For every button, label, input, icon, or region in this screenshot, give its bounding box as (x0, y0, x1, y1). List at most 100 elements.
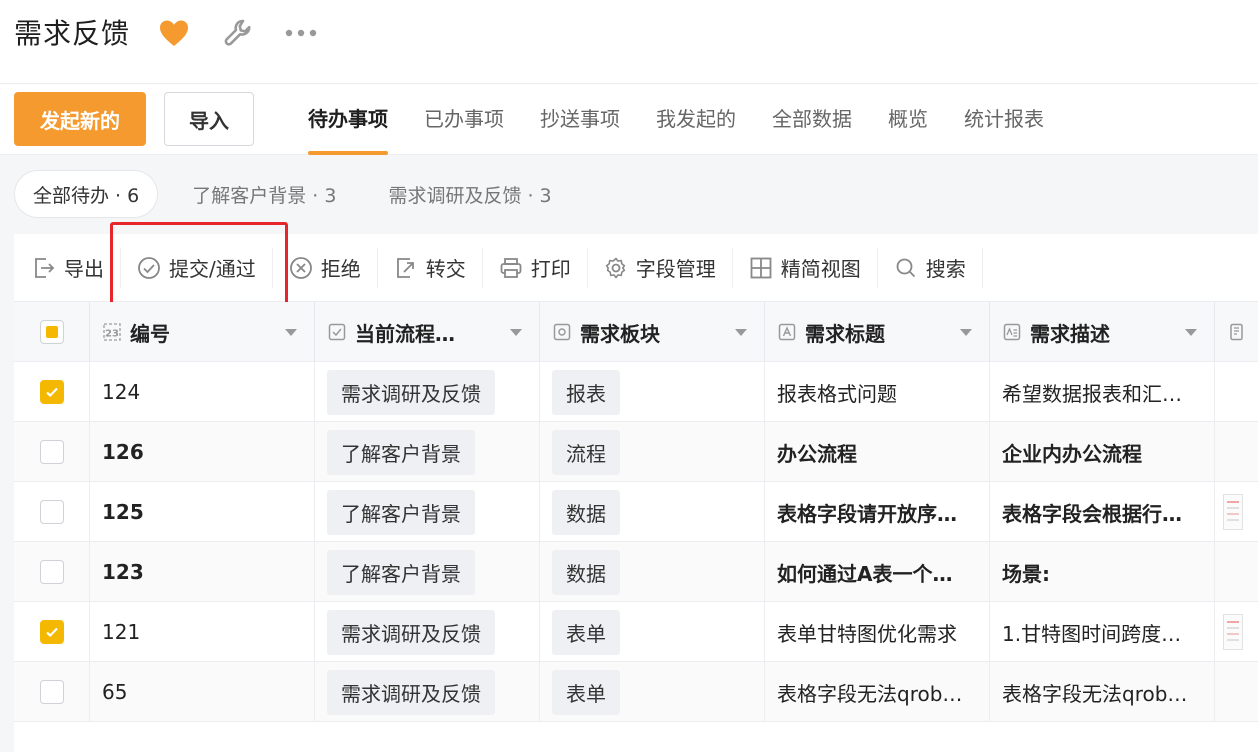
cell-stage[interactable]: 了解客户背景 (315, 482, 540, 542)
transfer-icon (396, 257, 414, 278)
cell-stage[interactable]: 需求调研及反馈 (315, 362, 540, 422)
stage-tag: 需求调研及反馈 (327, 669, 495, 715)
cell-title[interactable]: 表格字段无法qrob… (765, 662, 990, 722)
print-button[interactable]: 打印 (483, 247, 588, 288)
select-all-checkbox[interactable] (39, 320, 64, 344)
column-header-stage[interactable]: 当前流程… (315, 302, 540, 362)
cell-id[interactable]: 126 (90, 422, 315, 482)
tab-todo[interactable]: 待办事项 (290, 84, 406, 155)
row-checkbox[interactable] (39, 560, 64, 584)
more-icon[interactable] (284, 23, 318, 43)
chevron-down-icon[interactable] (734, 328, 748, 337)
attachment-thumbnail[interactable] (1223, 614, 1243, 650)
chevron-down-icon[interactable] (1184, 328, 1198, 337)
column-header-title[interactable]: 需求标题 (765, 302, 990, 362)
chevron-down-icon[interactable] (959, 328, 973, 337)
wrench-icon[interactable] (222, 17, 254, 49)
new-record-button[interactable]: 发起新的 (14, 92, 146, 146)
printer-icon (500, 257, 522, 278)
tab-overview[interactable]: 概览 (870, 84, 946, 155)
filter-customer-background[interactable]: 了解客户背景 · 3 (174, 170, 354, 218)
cell-stage[interactable]: 了解客户背景 (315, 422, 540, 482)
export-label: 导出 (64, 257, 104, 281)
cell-attachment[interactable] (1215, 662, 1258, 722)
cell-attachment[interactable] (1215, 602, 1258, 662)
row-select-cell (14, 482, 90, 542)
cell-description-text: 场景: (1002, 561, 1050, 586)
cell-title[interactable]: 如何通过A表一个… (765, 542, 990, 602)
cell-module[interactable]: 数据 (540, 542, 765, 602)
cell-module[interactable]: 报表 (540, 362, 765, 422)
table-row[interactable]: 124 需求调研及反馈 报表 报表格式问题 希望数据报表和汇… (14, 362, 1258, 422)
table-row[interactable]: 126 了解客户背景 流程 办公流程 企业内办公流程 (14, 422, 1258, 482)
table-row[interactable]: 65 需求调研及反馈 表单 表格字段无法qrob… 表格字段无法qrob… (14, 662, 1258, 722)
attachment-thumbnail[interactable] (1223, 494, 1243, 530)
cell-title[interactable]: 报表格式问题 (765, 362, 990, 422)
cell-attachment[interactable] (1215, 362, 1258, 422)
cell-attachment[interactable] (1215, 422, 1258, 482)
row-checkbox[interactable] (39, 380, 64, 404)
table-row[interactable]: 125 了解客户背景 数据 表格字段请开放序… 表格字段会根据行… (14, 482, 1258, 542)
cell-description[interactable]: 表格字段无法qrob… (990, 662, 1215, 722)
column-header-module[interactable]: 需求板块 (540, 302, 765, 362)
cell-stage[interactable]: 需求调研及反馈 (315, 662, 540, 722)
cell-id[interactable]: 121 (90, 602, 315, 662)
chevron-down-icon[interactable] (284, 328, 298, 337)
cell-stage[interactable]: 了解客户背景 (315, 542, 540, 602)
cell-description[interactable]: 表格字段会根据行… (990, 482, 1215, 542)
tab-all-data[interactable]: 全部数据 (754, 84, 870, 155)
row-select-cell (14, 362, 90, 422)
column-header-description[interactable]: 需求描述 (990, 302, 1215, 362)
table-row[interactable]: 121 需求调研及反馈 表单 表单甘特图优化需求 1.甘特图时间跨度… (14, 602, 1258, 662)
row-checkbox[interactable] (39, 680, 64, 704)
chevron-down-icon[interactable] (509, 328, 523, 337)
transfer-label: 转交 (425, 257, 466, 281)
column-header-attachment[interactable] (1215, 302, 1258, 362)
row-checkbox[interactable] (39, 620, 64, 644)
row-checkbox[interactable] (39, 500, 64, 524)
cell-description[interactable]: 1.甘特图时间跨度… (990, 602, 1215, 662)
module-tag: 报表 (552, 369, 620, 415)
row-select-cell (14, 542, 90, 602)
column-header-stage-label: 当前流程… (355, 321, 455, 346)
reject-button[interactable]: 拒绝 (273, 247, 378, 288)
column-header-id[interactable]: 23 编号 (90, 302, 315, 362)
field-management-button[interactable]: 字段管理 (588, 247, 733, 288)
search-button[interactable]: 搜索 (878, 247, 983, 288)
cell-description[interactable]: 希望数据报表和汇… (990, 362, 1215, 422)
cell-module[interactable]: 表单 (540, 602, 765, 662)
cell-id[interactable]: 124 (90, 362, 315, 422)
cell-id-text: 125 (102, 500, 144, 524)
tab-done[interactable]: 已办事项 (406, 84, 522, 155)
cell-description[interactable]: 场景: (990, 542, 1215, 602)
cell-description-text: 企业内办公流程 (1002, 441, 1142, 466)
row-checkbox[interactable] (39, 440, 64, 464)
filter-all-todo[interactable]: 全部待办 · 6 (14, 170, 159, 218)
cell-attachment[interactable] (1215, 542, 1258, 602)
compact-view-button[interactable]: 精简视图 (733, 247, 878, 288)
cell-title[interactable]: 办公流程 (765, 422, 990, 482)
cell-module[interactable]: 表单 (540, 662, 765, 722)
tab-reports[interactable]: 统计报表 (946, 84, 1062, 155)
transfer-button[interactable]: 转交 (378, 247, 483, 288)
cell-title[interactable]: 表单甘特图优化需求 (765, 602, 990, 662)
svg-text:23: 23 (105, 329, 119, 340)
table-row[interactable]: 123 了解客户背景 数据 如何通过A表一个… 场景: (14, 542, 1258, 602)
cell-module[interactable]: 数据 (540, 482, 765, 542)
text-field-icon (778, 323, 796, 341)
tab-cc[interactable]: 抄送事项 (522, 84, 638, 155)
submit-approve-button[interactable]: 提交/通过 (121, 247, 273, 288)
tab-mine[interactable]: 我发起的 (638, 84, 754, 155)
cell-title[interactable]: 表格字段请开放序… (765, 482, 990, 542)
export-button[interactable]: 导出 (14, 247, 121, 288)
cell-id[interactable]: 125 (90, 482, 315, 542)
heart-icon[interactable] (158, 18, 190, 48)
filter-research-feedback[interactable]: 需求调研及反馈 · 3 (370, 170, 569, 218)
cell-id[interactable]: 65 (90, 662, 315, 722)
import-button[interactable]: 导入 (164, 92, 254, 146)
cell-attachment[interactable] (1215, 482, 1258, 542)
cell-module[interactable]: 流程 (540, 422, 765, 482)
cell-description[interactable]: 企业内办公流程 (990, 422, 1215, 482)
cell-stage[interactable]: 需求调研及反馈 (315, 602, 540, 662)
cell-id[interactable]: 123 (90, 542, 315, 602)
